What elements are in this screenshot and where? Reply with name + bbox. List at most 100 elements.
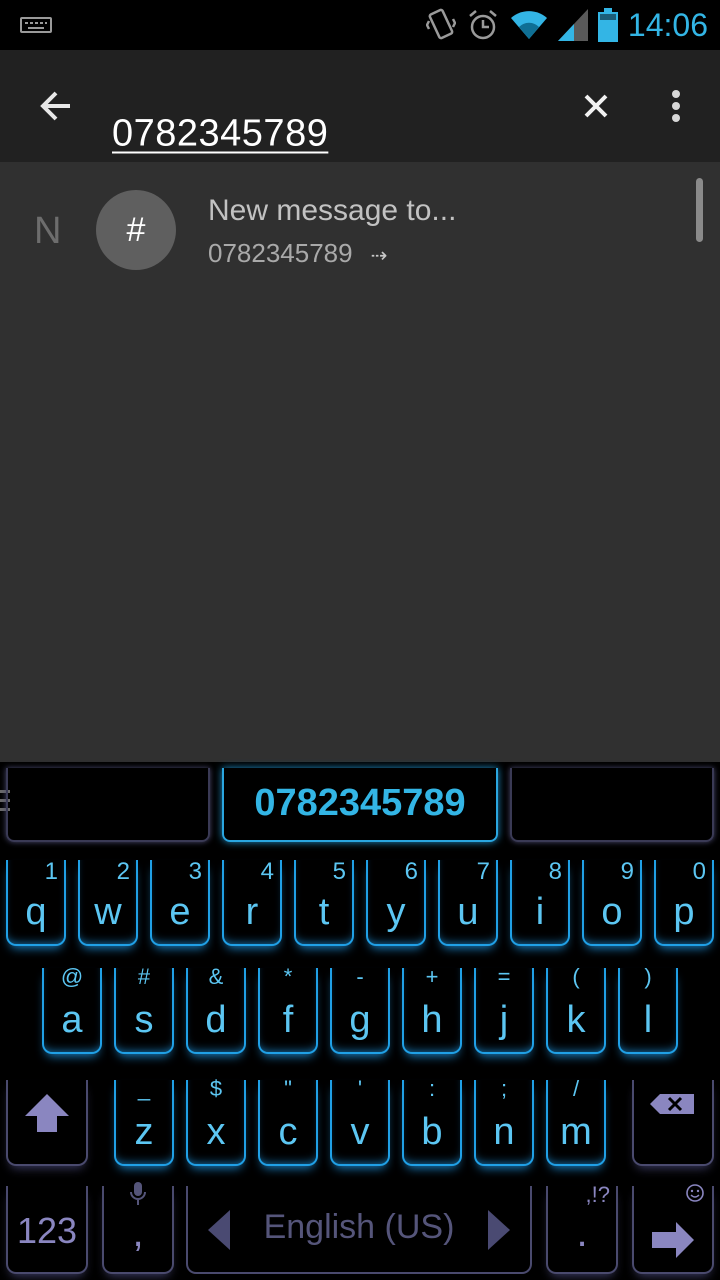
key-j[interactable]: = j [474,964,534,1054]
key-hint: 5 [332,858,346,885]
shift-key[interactable] [6,1080,88,1166]
suggestion-left[interactable] [6,768,210,842]
key-label: j [499,999,509,1041]
key-label: r [245,891,259,933]
key-hint: + [425,964,439,989]
key-n[interactable]: ; n [474,1076,534,1166]
key-z[interactable]: _ z [114,1076,174,1166]
key-label: t [318,891,330,933]
key-hint: ) [644,964,652,989]
key-hint: ( [572,964,580,989]
new-message-title[interactable]: New message to... [208,194,456,228]
back-button[interactable] [30,80,82,132]
key-label: q [25,891,47,933]
key-w[interactable]: 2w [78,858,138,946]
key-label: f [282,999,294,1041]
comma-key[interactable]: , [102,1182,174,1274]
key-label: z [134,1111,154,1153]
key-l[interactable]: ) l [618,964,678,1054]
key-m[interactable]: / m [546,1076,606,1166]
key-label: c [278,1111,298,1153]
signal-icon [557,9,588,41]
keyboard: 0782345789 1 q 2 w 3 e 4 r 5 t 6 y 7 u 8 i 9 o 0 p @ a # s & d * f -… [0,762,720,1280]
avatar[interactable]: # [96,190,176,270]
status-icons: 14:06 [425,6,708,44]
backspace-icon [650,1094,694,1114]
key-label: w [94,891,122,933]
status-bar: 14:06 [0,0,720,50]
key-hint: 9 [620,858,634,885]
back-arrow-icon [40,91,70,121]
key-hint: 3 [188,858,202,885]
key-hint: $ [209,1076,223,1101]
key-label: b [421,1111,443,1153]
key-label: a [61,999,83,1041]
clear-search-button[interactable] [570,80,622,132]
key-t[interactable]: 5t [294,858,354,946]
key-a[interactable]: @ a [42,964,102,1054]
keyboard-icon [20,17,52,33]
scrollbar[interactable] [696,178,703,242]
key-f[interactable]: * f [258,964,318,1054]
key-e[interactable]: 3e [150,858,210,946]
key-hint: ' [357,1076,363,1101]
language-next-icon[interactable] [488,1210,510,1250]
key-label: l [643,999,653,1041]
key-o[interactable]: 9o [582,858,642,946]
key-label: g [349,999,371,1041]
key-hint: @ [60,964,84,989]
key-p[interactable]: 0p [654,858,714,946]
numbers-key[interactable]: 123 [6,1186,88,1274]
key-label: d [205,999,227,1041]
key-hint: 4 [260,858,274,885]
battery-icon [597,8,618,42]
key-y[interactable]: 6y [366,858,426,946]
overflow-menu-icon [672,90,680,122]
key-hint: 0 [692,858,706,885]
key-d[interactable]: & d [186,964,246,1054]
key-v[interactable]: ' v [330,1076,390,1166]
key-hint: : [428,1076,436,1101]
key-c[interactable]: " c [258,1076,318,1166]
search-input[interactable]: 0782345789 [112,113,328,156]
results-list: N # New message to... 0782345789 ⇢ [0,162,720,762]
key-s[interactable]: # s [114,964,174,1054]
key-b[interactable]: :b [402,1076,462,1166]
key-q[interactable]: 1q [6,858,66,946]
shift-icon [25,1094,69,1132]
new-message-number[interactable]: 0782345789 ⇢ [208,238,387,269]
overflow-menu-button[interactable] [656,80,696,132]
suggestion-right[interactable] [510,768,714,842]
backspace-key[interactable] [632,1080,714,1166]
key-hint: / [572,1076,580,1101]
key-label: h [421,999,443,1041]
key-label: p [673,891,695,933]
key-x[interactable]: $ x [186,1076,246,1166]
key-label: e [169,891,191,933]
key-hint: _ [137,1076,151,1101]
key-hint: & [208,964,224,989]
key-label: s [134,999,154,1041]
app-bar: 0782345789 [0,50,720,162]
wifi-icon [510,11,547,39]
key-label: v [350,1111,370,1153]
period-key[interactable]: ,!? . [546,1182,618,1274]
key-h[interactable]: + h [402,964,462,1054]
key-hint: 1 [44,858,58,885]
language-spacebar[interactable]: English (US) [186,1186,532,1274]
key-k[interactable]: (k [546,964,606,1054]
key-label: y [386,891,406,933]
key-hint: # [137,964,151,989]
key-label: x [206,1111,226,1153]
key-i[interactable]: 8i [510,858,570,946]
key-r[interactable]: 4r [222,858,282,946]
key-g[interactable]: -g [330,964,390,1054]
language-label: English (US) [263,1208,455,1246]
key-hint: - [356,964,364,989]
key-u[interactable]: 7u [438,858,498,946]
key-label: m [560,1111,592,1153]
key-hint: ; [500,1076,508,1101]
suggestion-word: 0782345789 [254,782,466,824]
enter-key[interactable] [632,1184,714,1274]
key-hint: 2 [116,858,130,885]
